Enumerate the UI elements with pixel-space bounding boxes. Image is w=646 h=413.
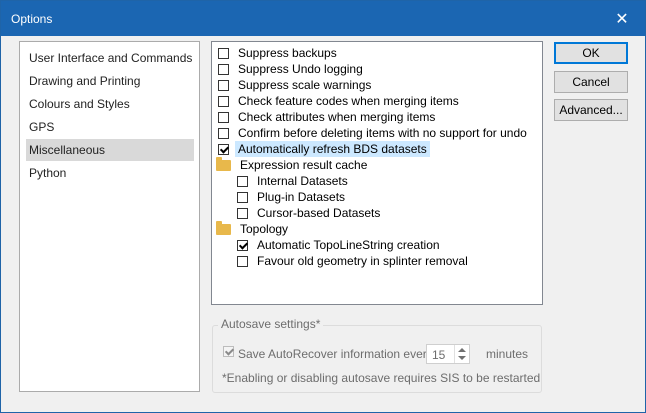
tree-group-expression-cache[interactable]: Expression result cache [216,156,370,173]
tree-item-label: Check attributes when merging items [238,110,436,124]
tree-item-label: Suppress Undo logging [238,62,363,76]
tree-item-suppress-scale[interactable]: Suppress scale warnings [218,77,374,93]
sidebar-item-miscellaneous[interactable]: Miscellaneous [26,139,194,161]
checkbox-checked[interactable] [237,239,248,251]
spin-down-icon[interactable] [458,356,466,360]
checkbox[interactable] [218,47,229,59]
tree-item-confirm-deleting[interactable]: Confirm before deleting items with no su… [218,125,530,141]
tree-item-topolinestring[interactable]: Automatic TopoLineString creation [237,237,443,253]
checkbox[interactable] [218,111,229,123]
tree-item-label: Automatically refresh BDS datasets [235,141,430,157]
autosave-label: Save AutoRecover information every [238,347,433,361]
tree-item-label: Cursor-based Datasets [257,206,381,220]
spinner-buttons[interactable] [454,345,469,363]
tree-item-favour-old-geometry[interactable]: Favour old geometry in splinter removal [237,253,471,269]
tree-group-topology[interactable]: Topology [216,220,291,237]
folder-icon [216,220,231,235]
checkbox[interactable] [218,127,229,139]
tree-item-label: Check feature codes when merging items [238,94,459,108]
settings-tree: Suppress backups Suppress Undo logging S… [211,41,543,305]
tree-item-label: Internal Datasets [257,174,348,188]
options-dialog: Options ✕ User Interface and Commands Dr… [0,0,646,413]
tree-item-plugin-datasets[interactable]: Plug-in Datasets [237,189,348,205]
sidebar-item-user-interface[interactable]: User Interface and Commands [26,47,194,69]
autosave-group-title: Autosave settings* [218,317,324,331]
tree-item-check-feature-codes[interactable]: Check feature codes when merging items [218,93,462,109]
interval-unit: minutes [486,347,529,361]
checkbox[interactable] [218,95,229,107]
tree-item-label: Suppress scale warnings [238,78,372,92]
tree-item-label: Confirm before deleting items with no su… [238,126,527,140]
sidebar-item-drawing-printing[interactable]: Drawing and Printing [26,70,194,92]
tree-item-suppress-backups[interactable]: Suppress backups [218,45,340,61]
tree-item-label: Plug-in Datasets [257,190,346,204]
tree-item-suppress-undo[interactable]: Suppress Undo logging [218,61,366,77]
cancel-button[interactable]: Cancel [554,71,628,93]
tree-item-check-attributes[interactable]: Check attributes when merging items [218,109,438,125]
checkbox[interactable] [218,79,229,91]
tree-item-refresh-bds[interactable]: Automatically refresh BDS datasets [218,141,430,157]
checkbox[interactable] [237,175,248,187]
close-icon[interactable]: ✕ [599,1,645,36]
ok-button[interactable]: OK [554,42,628,64]
sidebar-item-python[interactable]: Python [26,162,194,184]
title-bar: Options ✕ [1,1,645,36]
interval-value: 15 [432,348,446,362]
category-list: User Interface and Commands Drawing and … [19,41,200,392]
tree-item-internal-datasets[interactable]: Internal Datasets [237,173,351,189]
tree-group-label: Topology [240,222,289,236]
sidebar-item-colours-styles[interactable]: Colours and Styles [26,93,194,115]
checkbox[interactable] [237,255,248,267]
tree-group-label: Expression result cache [240,158,368,172]
checkbox[interactable] [237,207,248,219]
tree-item-label: Suppress backups [238,46,337,60]
tree-item-label: Automatic TopoLineString creation [257,238,440,252]
checkbox-checked[interactable] [218,143,229,155]
autosave-checkbox[interactable] [223,346,234,357]
checkbox[interactable] [218,63,229,75]
window-title: Options [11,12,53,26]
spin-up-icon[interactable] [458,348,466,352]
sidebar-item-gps[interactable]: GPS [26,116,194,138]
folder-icon [216,156,231,171]
tree-item-cursor-datasets[interactable]: Cursor-based Datasets [237,205,383,221]
checkbox[interactable] [237,191,248,203]
advanced-button[interactable]: Advanced... [554,99,628,121]
tree-item-label: Favour old geometry in splinter removal [257,254,468,268]
autosave-interval-spinner[interactable]: 15 [426,344,470,364]
autosave-note: *Enabling or disabling autosave requires… [222,371,541,385]
